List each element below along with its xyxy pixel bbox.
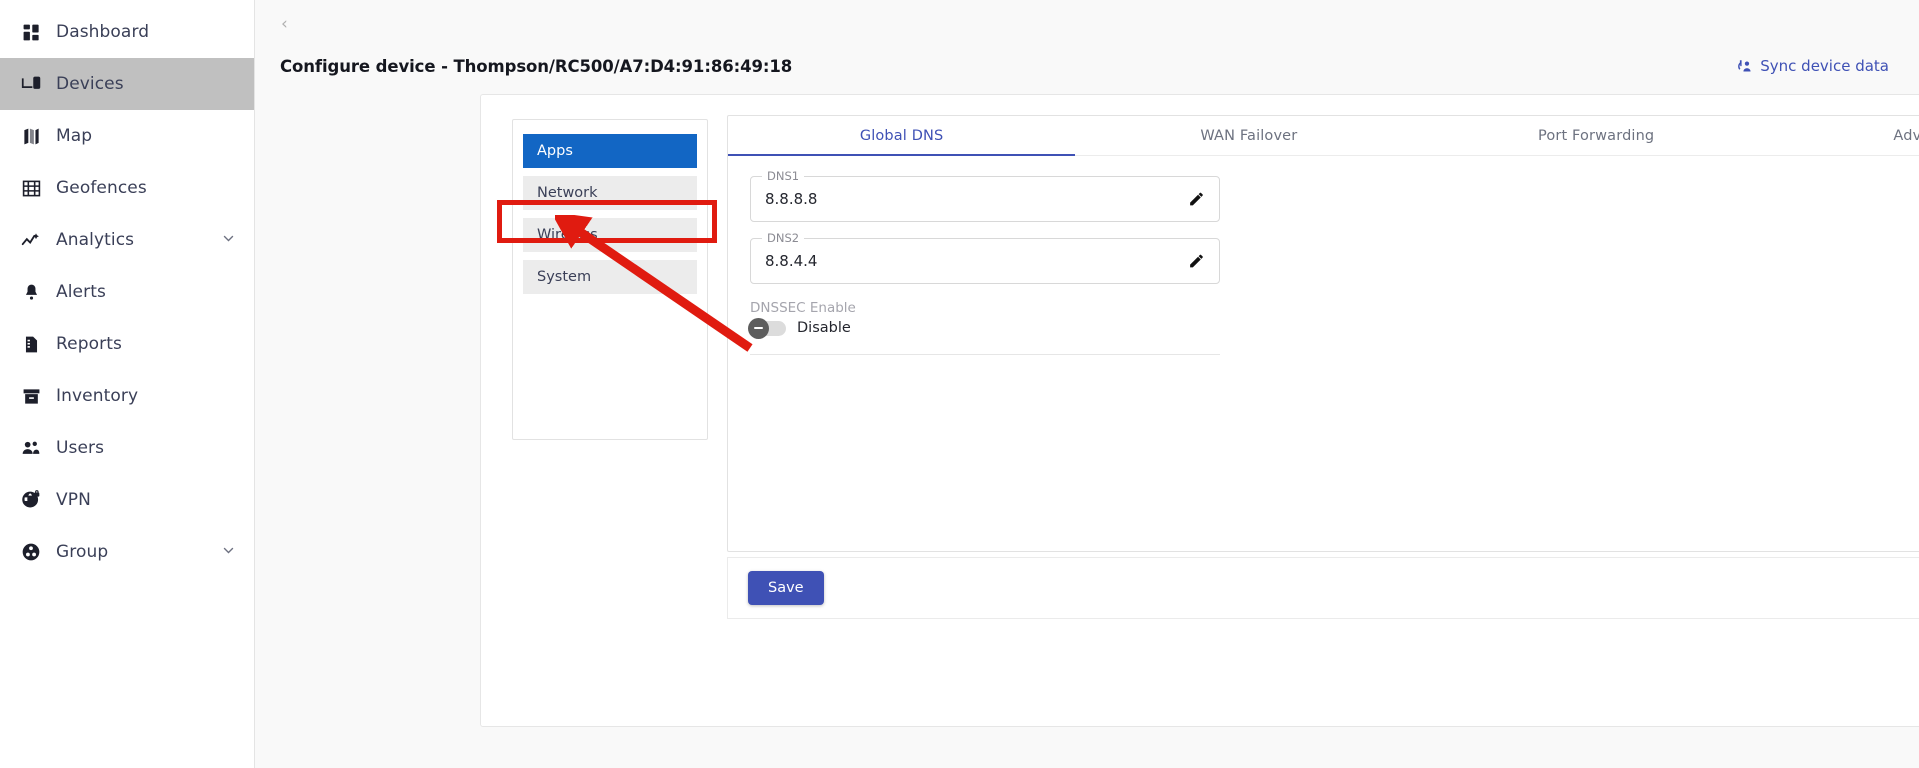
tab-label: Global DNS [859, 127, 944, 144]
tab-label: Port Forwarding [1537, 127, 1655, 144]
sync-device-icon [1736, 58, 1753, 75]
config-category-menu: Apps Network Wireless System [512, 119, 708, 440]
submenu-item-wireless[interactable]: Wireless [523, 218, 697, 252]
sidebar-label: Map [56, 126, 93, 146]
bell-icon [14, 283, 48, 302]
tab-global-dns[interactable]: Global DNS [728, 116, 1076, 156]
users-icon [14, 438, 48, 458]
page-title: Configure device - Thompson/RC500/A7:D4:… [280, 56, 793, 76]
dns2-value: 8.8.4.4 [765, 252, 818, 270]
sidebar-item-inventory[interactable]: Inventory [0, 370, 254, 422]
sidebar-label: VPN [56, 490, 91, 510]
form-divider [750, 354, 1220, 355]
sidebar-item-dashboard[interactable]: Dashboard [0, 6, 254, 58]
dns1-label: DNS1 [762, 169, 805, 183]
tab-bar: Global DNS WAN Failover Port Forwarding … [728, 116, 1919, 156]
global-dns-form: DNS1 8.8.8.8 DNS2 8.8.4.4 DNSSEC Enable … [728, 156, 1919, 355]
submenu-label: Wireless [537, 227, 598, 243]
sidebar-item-map[interactable]: Map [0, 110, 254, 162]
sync-device-data-button[interactable]: Sync device data [1736, 57, 1889, 75]
chevron-down-icon[interactable] [221, 543, 236, 562]
sidebar-label: Dashboard [56, 22, 150, 42]
tab-label: Advance DNS [1893, 127, 1919, 144]
tab-advance-dns[interactable]: Advance DNS [1770, 116, 1919, 155]
submenu-label: Network [537, 185, 598, 201]
sidebar-label: Analytics [56, 230, 135, 250]
sidebar-item-geofences[interactable]: Geofences [0, 162, 254, 214]
main-content: ‹ Configure device - Thompson/RC500/A7:D… [255, 0, 1919, 768]
sidebar-label: Group [56, 542, 109, 562]
sidebar-label: Inventory [56, 386, 139, 406]
dnssec-toggle[interactable] [748, 317, 786, 339]
dnssec-state-label: Disable [797, 320, 851, 336]
submenu-label: System [537, 269, 592, 285]
settings-tab-panel: Global DNS WAN Failover Port Forwarding … [727, 115, 1919, 552]
sidebar-item-group[interactable]: Group [0, 526, 254, 578]
sidebar-label: Users [56, 438, 105, 458]
submenu-item-system[interactable]: System [523, 260, 697, 294]
submenu-item-network[interactable]: Network [523, 176, 697, 210]
dns2-field[interactable]: DNS2 8.8.4.4 [750, 231, 1220, 284]
dns2-label: DNS2 [762, 231, 805, 245]
devices-icon [14, 74, 48, 95]
sidebar-item-alerts[interactable]: Alerts [0, 266, 254, 318]
dns1-value: 8.8.8.8 [765, 190, 818, 208]
back-row: ‹ [255, 0, 1919, 42]
report-icon [14, 335, 48, 354]
save-button[interactable]: Save [748, 571, 824, 605]
inventory-icon [14, 387, 48, 406]
app-root: Dashboard Devices Map Geofences Analytic [0, 0, 1919, 768]
dnssec-caption: DNSSEC Enable [750, 300, 856, 316]
pencil-icon[interactable] [1188, 191, 1205, 208]
pencil-icon[interactable] [1188, 253, 1205, 270]
sidebar-item-analytics[interactable]: Analytics [0, 214, 254, 266]
sidebar-item-vpn[interactable]: VPN [0, 474, 254, 526]
analytics-icon [14, 230, 48, 250]
sidebar-label: Geofences [56, 178, 147, 198]
sidebar-item-users[interactable]: Users [0, 422, 254, 474]
submenu-label: Apps [537, 143, 573, 159]
dnssec-toggle-row: Disable [748, 317, 1220, 339]
tab-label: WAN Failover [1200, 127, 1298, 144]
map-icon [14, 127, 48, 146]
submenu-item-apps[interactable]: Apps [523, 134, 697, 168]
back-chevron-icon[interactable]: ‹ [281, 16, 288, 33]
save-row: Save [727, 557, 1919, 619]
tab-wan-failover[interactable]: WAN Failover [1075, 116, 1422, 155]
dashboard-icon [14, 23, 48, 42]
tab-port-forwarding[interactable]: Port Forwarding [1423, 116, 1770, 155]
sync-device-data-label: Sync device data [1760, 57, 1889, 75]
sidebar-label: Reports [56, 334, 122, 354]
main-sidebar: Dashboard Devices Map Geofences Analytic [0, 0, 255, 768]
group-icon [14, 542, 48, 562]
sidebar-label: Alerts [56, 282, 106, 302]
sidebar-label: Devices [56, 74, 124, 94]
geofence-icon [14, 179, 48, 198]
dns1-field[interactable]: DNS1 8.8.8.8 [750, 169, 1220, 222]
toggle-knob [748, 317, 769, 339]
vpn-icon [14, 490, 48, 510]
dnssec-group: DNSSEC Enable Disable [748, 300, 1220, 339]
configure-device-card: Apps Network Wireless System Global DNS [480, 94, 1919, 727]
page-header: Configure device - Thompson/RC500/A7:D4:… [255, 42, 1919, 78]
sidebar-item-reports[interactable]: Reports [0, 318, 254, 370]
sidebar-item-devices[interactable]: Devices [0, 58, 254, 110]
chevron-down-icon[interactable] [221, 231, 236, 250]
